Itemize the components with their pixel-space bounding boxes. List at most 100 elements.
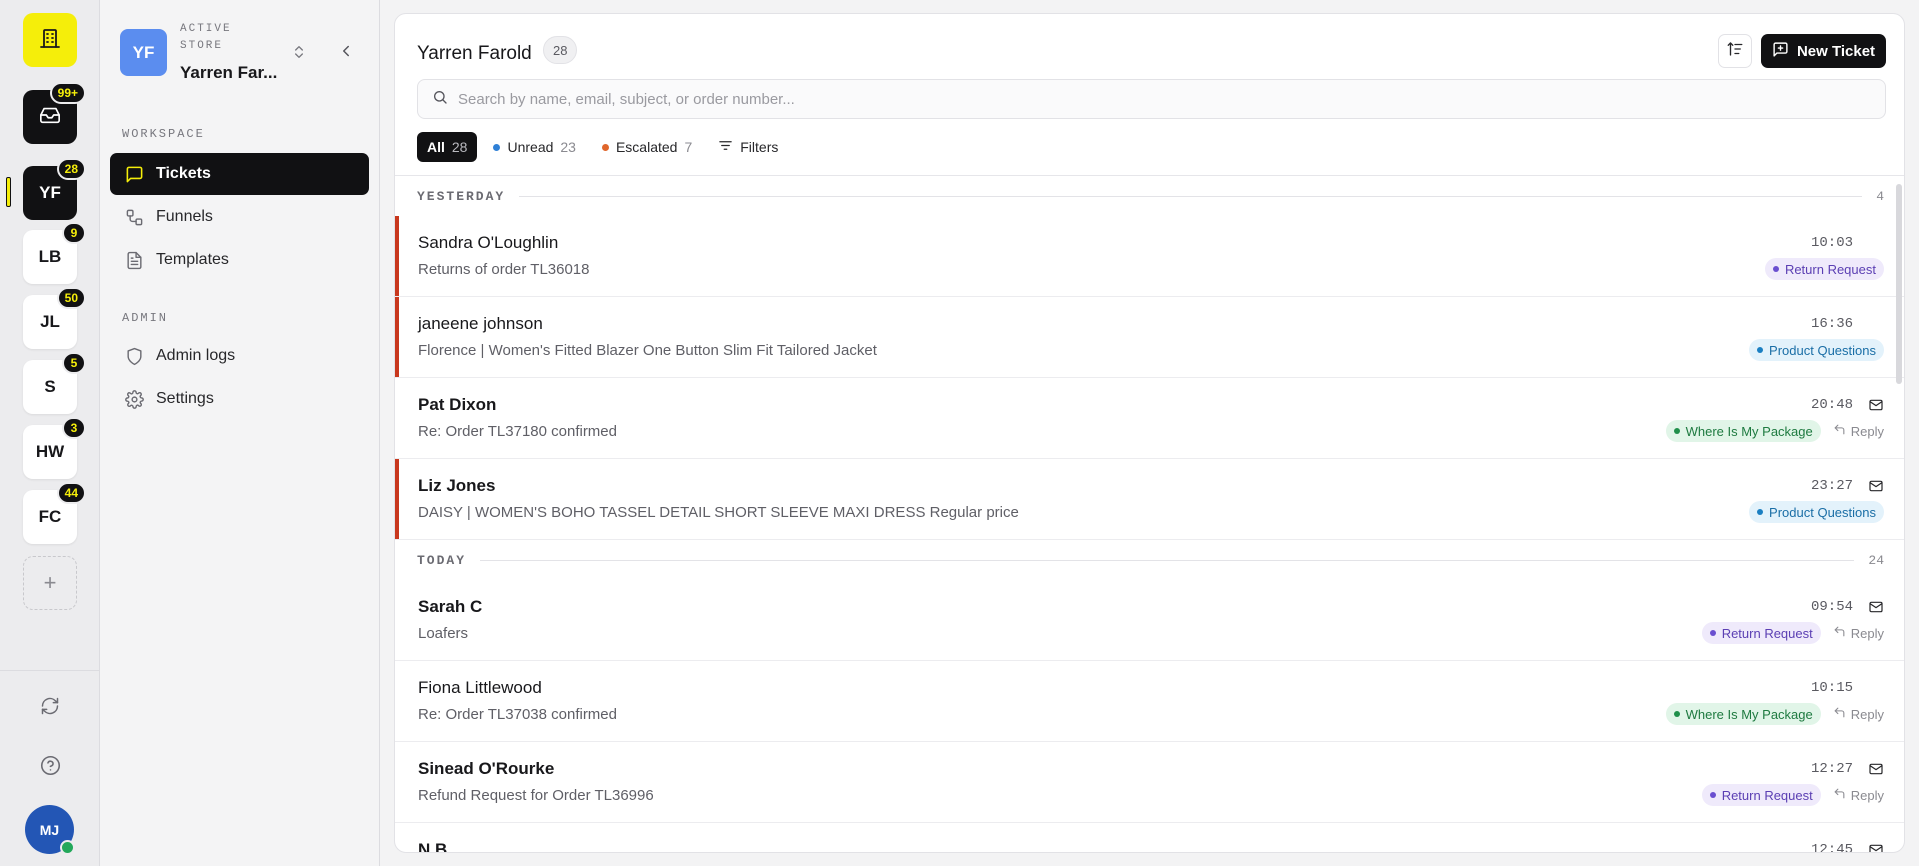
inbox-badge: 99+ [49, 82, 86, 104]
ticket-tags: Product Questions [1749, 339, 1884, 361]
filter-count: 7 [684, 139, 693, 155]
store-initials: LB [38, 247, 62, 266]
reply-button[interactable]: Reply [1833, 625, 1884, 641]
ticket-row[interactable]: janeene johnson Florence | Women's Fitted… [395, 297, 1904, 378]
sidebar-item-admin-logs[interactable]: Admin logs [110, 335, 369, 377]
reply-button[interactable]: Reply [1833, 787, 1884, 803]
ticket-row[interactable]: Fiona Littlewood Re: Order TL37038 confir… [395, 661, 1904, 742]
sort-button[interactable] [1718, 34, 1752, 68]
sidebar-item-funnels[interactable]: Funnels [110, 196, 369, 238]
online-status-dot [60, 840, 75, 855]
ticket-row[interactable]: Sandra O'Loughlin Returns of order TL3601… [395, 216, 1904, 297]
store-name[interactable]: Yarren Far... [180, 63, 277, 83]
reply-icon [1833, 787, 1846, 803]
ticket-row[interactable]: Liz Jones DAISY | WOMEN'S BOHO TASSEL DET… [395, 459, 1904, 540]
tag-dot [1757, 509, 1764, 515]
search-bar [417, 79, 1886, 119]
chevrons-up-down-icon [291, 46, 307, 64]
scrollbar-thumb[interactable] [1896, 184, 1902, 384]
customer-name: Pat Dixon [418, 395, 497, 414]
customer-name: Sinead O'Rourke [418, 759, 555, 778]
category-tag: Return Request [1701, 622, 1821, 644]
filter-label: Filters [740, 139, 779, 155]
category-tag-label: Return Request [1784, 261, 1876, 277]
filter-escalated[interactable]: Escalated 7 [592, 132, 702, 162]
reply-label: Reply [1850, 706, 1884, 722]
ticket-subject: Re: Order TL37180 confirmed [418, 423, 617, 440]
filter-all[interactable]: All 28 [417, 132, 478, 162]
sidebar-item-settings[interactable]: Settings [110, 378, 369, 420]
sidebar-item-label: Funnels [156, 208, 213, 225]
store-rail: 99+ YF 28 LB 9 JL 50 S 5 HW 3 FC 44 + MJ [0, 0, 100, 866]
help-button[interactable] [33, 751, 67, 785]
store-badge: 44 [56, 482, 86, 504]
sort-icon [1726, 40, 1744, 63]
store-tile-lb[interactable]: LB 9 [23, 222, 86, 284]
filters-button[interactable]: Filters [708, 132, 788, 162]
file-text-icon [124, 250, 144, 270]
search-input[interactable] [458, 90, 1858, 108]
date-group-label: TODAY [417, 552, 467, 568]
add-store-button[interactable]: + [23, 556, 77, 610]
category-tag-label: Return Request [1721, 625, 1813, 641]
store-badge: 3 [62, 417, 86, 439]
home-button[interactable] [23, 13, 77, 67]
ticket-count-badge: 28 [543, 36, 578, 64]
store-initials: YF [39, 183, 61, 202]
ticket-time: 10:03 [1810, 235, 1853, 251]
refresh-icon [40, 696, 60, 721]
store-caption: ACTIVE STORE [180, 23, 232, 52]
ticket-row[interactable]: Sarah C Loafers 09:54 Return Request Reply [395, 580, 1904, 661]
workflow-icon [124, 207, 144, 227]
sidebar-item-templates[interactable]: Templates [110, 239, 369, 281]
ticket-subject: Florence | Women's Fitted Blazer One But… [418, 342, 877, 359]
message-square-icon [124, 164, 144, 184]
store-switcher-button[interactable] [291, 44, 307, 65]
refresh-button[interactable] [33, 691, 67, 725]
ticket-row[interactable]: Pat Dixon Re: Order TL37180 confirmed 20:4… [395, 378, 1904, 459]
store-tile-jl[interactable]: JL 50 [23, 287, 86, 349]
sidebar-item-label: Templates [156, 251, 229, 268]
new-ticket-button[interactable]: New Ticket [1761, 34, 1886, 68]
reply-button[interactable]: Reply [1833, 423, 1884, 439]
ticket-subject: DAISY | WOMEN'S BOHO TASSEL DETAIL SHORT… [418, 504, 1019, 521]
sidebar-item-label: Admin logs [156, 347, 236, 364]
filter-unread[interactable]: Unread 23 [483, 132, 586, 162]
store-tile-s[interactable]: S 5 [23, 352, 86, 414]
store-initials: FC [38, 507, 62, 526]
category-tag-label: Return Request [1721, 787, 1813, 803]
ticket-row[interactable]: N B 12:45 [395, 823, 1904, 852]
store-avatar[interactable]: YF [120, 29, 167, 76]
tag-dot [1709, 792, 1716, 798]
reply-button[interactable]: Reply [1833, 706, 1884, 722]
filter-count: 28 [451, 139, 468, 155]
customer-name: Fiona Littlewood [418, 678, 542, 697]
filter-icon [718, 138, 733, 156]
user-avatar[interactable]: MJ [25, 805, 75, 855]
store-tile-fc[interactable]: FC 44 [23, 482, 86, 544]
date-group-divider [480, 559, 1855, 561]
collapse-sidebar-button[interactable] [337, 42, 355, 65]
ticket-tags: Product Questions [1749, 501, 1884, 523]
ticket-time: 12:27 [1810, 761, 1853, 777]
ticket-tags: Return Request Reply [1701, 784, 1884, 806]
shield-icon [124, 346, 144, 366]
category-tag-label: Where Is My Package [1685, 706, 1813, 722]
message-plus-icon [1772, 41, 1789, 62]
ticket-row[interactable]: Sinead O'Rourke Refund Request for Order … [395, 742, 1904, 823]
store-badge: 28 [56, 158, 86, 180]
store-tile-yf[interactable]: YF 28 [23, 158, 86, 220]
reply-label: Reply [1850, 787, 1884, 803]
customer-name: Sandra O'Loughlin [418, 233, 559, 252]
store-badge: 50 [56, 287, 86, 309]
sidebar-item-label: Settings [156, 390, 214, 407]
category-tag: Return Request [1701, 784, 1821, 806]
building-icon [38, 26, 62, 55]
category-tag: Where Is My Package [1665, 420, 1821, 442]
sidebar-item-tickets[interactable]: Tickets [110, 153, 369, 195]
inbox-button[interactable]: 99+ [23, 82, 86, 144]
ticket-tags: Return Request Reply [1701, 622, 1884, 644]
store-tile-hw[interactable]: HW 3 [23, 417, 86, 479]
rail-divider [0, 670, 100, 671]
mail-icon [1868, 397, 1884, 418]
